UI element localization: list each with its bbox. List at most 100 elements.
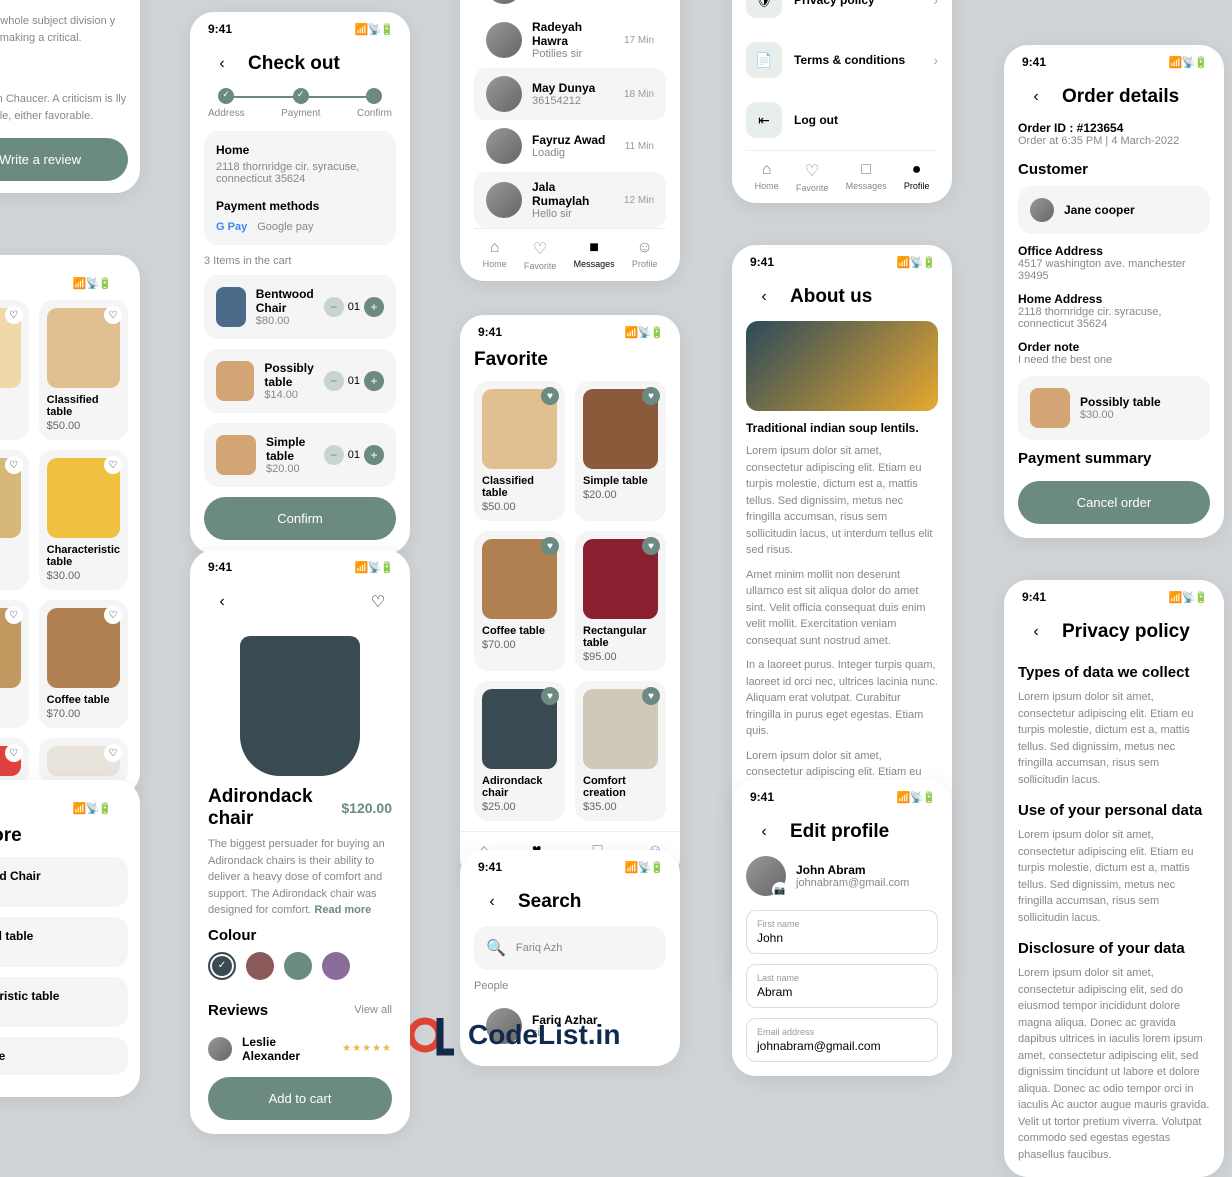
product-card[interactable]: ♡ [0, 450, 29, 590]
product-card[interactable]: ♥Adirondack chair$25.00 [474, 681, 565, 821]
profile-name: John Abram [796, 863, 909, 877]
lastname-field[interactable]: Last nameAbram [746, 964, 938, 1008]
list-item[interactable]: aracteristic table [0, 989, 116, 1003]
color-option[interactable] [284, 952, 312, 980]
firstname-field[interactable]: First nameJohn [746, 910, 938, 954]
item-thumb [216, 361, 254, 401]
qty-plus[interactable]: + [364, 371, 384, 391]
tab-profile[interactable]: ☺Profile [632, 239, 658, 271]
list-item[interactable]: ntwood Chair [0, 869, 116, 883]
product-card[interactable]: ♡ [0, 300, 29, 440]
read-more-link[interactable]: Read more [314, 904, 371, 916]
heart-icon[interactable]: ♥ [642, 387, 660, 405]
msg-preview: Loadig [532, 147, 615, 159]
product-card[interactable]: ♥Comfort creation$35.00 [575, 681, 666, 821]
product-card[interactable]: ♥Rectangular table$95.00 [575, 531, 666, 671]
settings-terms[interactable]: 📄Terms & conditions› [746, 30, 938, 90]
settings-privacy[interactable]: 🛡Privacy policy› [746, 0, 938, 30]
step-address [218, 88, 234, 104]
view-all-link[interactable]: View all [354, 1004, 392, 1016]
item-name: Simple table [266, 435, 314, 463]
step-payment [293, 88, 309, 104]
heart-icon[interactable]: ♥ [642, 537, 660, 555]
list-item[interactable]: ly table [0, 1049, 116, 1063]
qty-minus[interactable]: − [324, 371, 344, 391]
tab-messages[interactable]: □Messages [846, 161, 887, 193]
qty-plus[interactable]: + [364, 445, 384, 465]
confirm-button[interactable]: Confirm [204, 497, 396, 540]
heart-icon: ♡ [524, 239, 557, 259]
qty-minus[interactable]: − [324, 445, 344, 465]
back-button[interactable]: ‹ [1022, 83, 1050, 111]
body-text: Lorem ipsum dolor sit amet, consectetur … [1018, 965, 1210, 1163]
back-button[interactable]: ‹ [750, 818, 778, 846]
product-card[interactable]: ♡ [0, 738, 29, 784]
qty-minus[interactable]: − [324, 297, 344, 317]
shield-icon: 🛡 [746, 0, 782, 18]
status-icons [897, 256, 934, 269]
heart-icon[interactable]: ♡ [104, 606, 122, 624]
product-card[interactable]: ♥Simple table$20.00 [575, 381, 666, 521]
heart-icon[interactable]: ♥ [642, 687, 660, 705]
product-name: Classified table [47, 394, 120, 418]
qty-plus[interactable]: + [364, 297, 384, 317]
product-card[interactable]: ♡Coffee table$70.00 [39, 600, 128, 728]
color-option[interactable]: ✓ [208, 952, 236, 980]
page-title: Favorite [474, 349, 666, 371]
tab-favorite[interactable]: ♡Favorite [524, 239, 557, 271]
product-card[interactable]: ♡ [39, 738, 128, 784]
heart-icon[interactable]: ♡ [104, 456, 122, 474]
message-row[interactable]: Fayruz AwadLoadig11 Min [474, 120, 666, 172]
item-price: $14.00 [264, 389, 313, 401]
product-price: $70.00 [482, 639, 557, 651]
color-option[interactable] [246, 952, 274, 980]
message-row[interactable]: Radeyah HawraPotilies sir17 Min [474, 12, 666, 68]
camera-icon[interactable]: 📷 [772, 882, 788, 898]
page-title: Check out [248, 53, 340, 75]
heart-icon[interactable]: ♡ [5, 744, 23, 762]
star-rating: ★★★☆☆ [0, 0, 128, 7]
tab-home[interactable]: ⌂Home [755, 161, 779, 193]
tab-messages[interactable]: ■Messages [574, 239, 615, 271]
product-card[interactable]: ♡Characteristic table$30.00 [39, 450, 128, 590]
back-button[interactable]: ‹ [1022, 618, 1050, 646]
product-card[interactable]: ♡Classified table$50.00 [39, 300, 128, 440]
add-to-cart-button[interactable]: Add to cart [208, 1077, 392, 1120]
message-row[interactable]: Fariq AzharOk sir27 Min [474, 0, 666, 12]
heart-icon[interactable]: ♡ [364, 588, 392, 616]
tab-home[interactable]: ⌂Home [483, 239, 507, 271]
heart-icon[interactable]: ♡ [104, 744, 122, 762]
back-button[interactable]: ‹ [208, 588, 236, 616]
settings-logout[interactable]: ⇤Log out [746, 90, 938, 150]
back-button[interactable]: ‹ [478, 888, 506, 916]
list-item[interactable]: tistical table [0, 929, 116, 943]
product-card[interactable]: ♡ [0, 600, 29, 728]
item-thumb [216, 287, 246, 327]
page-title: Order details [1062, 86, 1179, 108]
search-icon: 🔍 [486, 938, 506, 958]
email-field[interactable]: Email addressjohnabram@gmail.com [746, 1018, 938, 1062]
avatar[interactable]: 📷 [746, 856, 786, 896]
cancel-order-button[interactable]: Cancel order [1018, 481, 1210, 524]
back-button[interactable]: ‹ [208, 50, 236, 78]
product-price: $30.00 [47, 570, 120, 582]
tab-profile[interactable]: ●Profile [904, 161, 930, 193]
heart-icon[interactable]: ♥ [541, 387, 559, 405]
heart-icon[interactable]: ♡ [104, 306, 122, 324]
heart-icon[interactable]: ♡ [5, 306, 23, 324]
product-card[interactable]: ♥Classified table$50.00 [474, 381, 565, 521]
color-option[interactable] [322, 952, 350, 980]
item-price: $80.00 [256, 315, 314, 327]
search-input[interactable]: 🔍Fariq Azh [474, 926, 666, 970]
message-row[interactable]: May Dunya3615421218 Min [474, 68, 666, 120]
write-review-button[interactable]: Write a review [0, 138, 128, 181]
address-card[interactable]: Home 2118 thornridge cir. syracuse, conn… [204, 131, 396, 245]
tab-favorite[interactable]: ♡Favorite [796, 161, 829, 193]
back-button[interactable]: ‹ [750, 283, 778, 311]
heart-icon[interactable]: ♡ [5, 606, 23, 624]
heart-icon[interactable]: ♡ [5, 456, 23, 474]
message-row[interactable]: Jala RumaylahHello sir12 Min [474, 172, 666, 228]
heart-icon[interactable]: ♥ [541, 687, 559, 705]
product-card[interactable]: ♥Coffee table$70.00 [474, 531, 565, 671]
heart-icon[interactable]: ♥ [541, 537, 559, 555]
